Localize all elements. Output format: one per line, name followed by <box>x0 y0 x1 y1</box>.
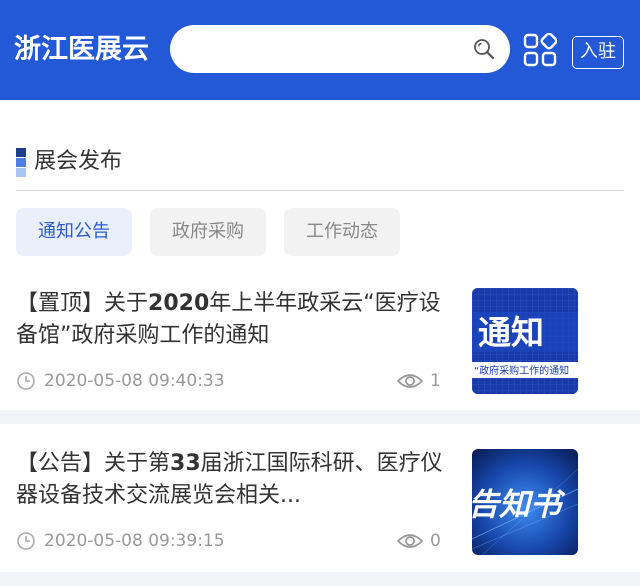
search-bar[interactable] <box>170 25 510 73</box>
thumb-big-text: 通知 <box>478 313 544 352</box>
news-time-text: 2020-05-08 09:40:33 <box>44 371 225 391</box>
section-title: 展会发布 <box>34 149 123 174</box>
view-count-number: 1 <box>430 371 441 391</box>
news-title[interactable]: 【公告】关于第33届浙江国际科研、医疗仪器设备技术交流展览会相关... <box>16 448 446 512</box>
app-header: 浙江医展云 入驻 <box>0 0 640 100</box>
tab-procurement[interactable]: 政府采购 <box>150 208 266 256</box>
item-separator <box>0 410 640 424</box>
announcement-thumbnail-graphic: 告知书 <box>472 449 578 555</box>
news-title[interactable]: 【置顶】关于2020年上半年政采云“医疗设备馆”政府采购工作的通知 <box>16 288 446 352</box>
app-logo-title[interactable]: 浙江医展云 <box>14 30 149 70</box>
item-separator <box>0 572 640 586</box>
apps-grid-icon[interactable] <box>523 33 557 67</box>
join-button[interactable]: 入驻 <box>572 36 624 69</box>
news-thumbnail[interactable]: 通知 “政府采购工作的通知 <box>472 288 578 394</box>
news-item[interactable]: 【公告】关于第33届浙江国际科研、医疗仪器设备技术交流展览会相关... 2020… <box>0 436 640 586</box>
view-count-number: 0 <box>430 531 441 551</box>
news-item[interactable]: 【置顶】关于2020年上半年政采云“医疗设备馆”政府采购工作的通知 2020-0… <box>0 276 640 426</box>
tab-notices[interactable]: 通知公告 <box>16 208 132 256</box>
tab-work-news[interactable]: 工作动态 <box>284 208 400 256</box>
search-icon[interactable] <box>472 37 496 61</box>
notice-thumbnail-graphic: 通知 “政府采购工作的通知 <box>472 288 578 394</box>
thumb-caption: “政府采购工作的通知 <box>474 364 569 377</box>
news-thumbnail[interactable]: 告知书 <box>472 449 578 555</box>
section-divider <box>16 190 624 191</box>
thumb-big-text: 告知书 <box>472 487 566 523</box>
section-title-marker <box>16 148 26 177</box>
search-input[interactable] <box>190 33 460 65</box>
eye-icon <box>396 534 424 548</box>
news-time-text: 2020-05-08 09:39:15 <box>44 531 225 551</box>
eye-icon <box>396 374 424 388</box>
clock-icon <box>17 372 35 390</box>
clock-icon <box>17 532 35 550</box>
